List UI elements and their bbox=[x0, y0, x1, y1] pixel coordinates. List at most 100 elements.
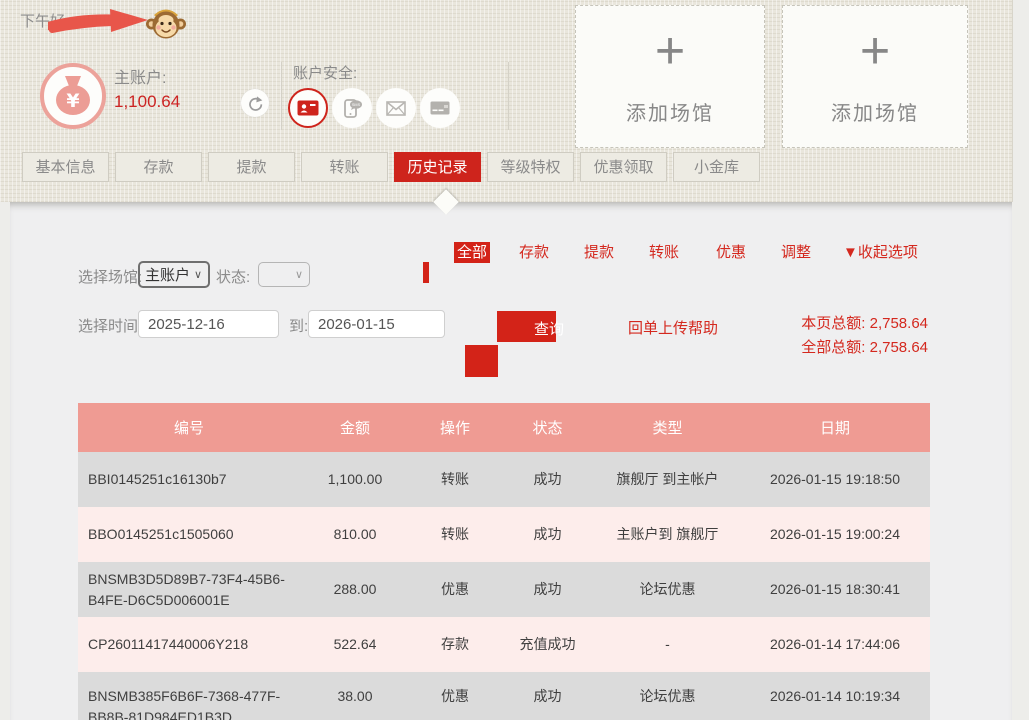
venue-select-label: 选择场馆: bbox=[78, 266, 142, 287]
main-account-label: 主账户: bbox=[114, 64, 166, 88]
filter-tab-withdraw[interactable]: 提款 bbox=[584, 242, 614, 263]
cell-amount: 288.00 bbox=[300, 562, 410, 617]
all-total-label: 全部总额: bbox=[801, 339, 865, 356]
cell-id: BNSMB3D5D89B7-73F4-45B6-B4FE-D6C5D006001… bbox=[78, 562, 300, 617]
venue-select[interactable]: 主账户 ∨ bbox=[138, 261, 210, 288]
add-venue-card-1[interactable]: + 添加场馆 bbox=[575, 5, 765, 148]
cell-date: 2026-01-14 17:44:06 bbox=[740, 617, 930, 672]
cell-date: 2026-01-15 19:18:50 bbox=[740, 452, 930, 507]
cell-id: BBO0145251c1505060 bbox=[78, 507, 300, 562]
refresh-balance-button[interactable] bbox=[241, 89, 269, 117]
table-row: CP26011417440006Y218 522.64 存款 充值成功 - 20… bbox=[78, 617, 930, 672]
tab-piggy-bank[interactable]: 小金库 bbox=[673, 152, 760, 182]
cell-status: 充值成功 bbox=[500, 617, 595, 672]
cell-type: - bbox=[595, 617, 740, 672]
account-nav-tabs: 基本信息 存款 提款 转账 历史记录 等级特权 优惠领取 小金库 bbox=[22, 152, 760, 182]
venue-select-value: 主账户 bbox=[145, 264, 190, 285]
cell-operation: 优惠 bbox=[410, 562, 500, 617]
col-header-date: 日期 bbox=[740, 403, 930, 452]
id-card-icon[interactable] bbox=[288, 88, 328, 128]
cell-amount: 522.64 bbox=[300, 617, 410, 672]
page-total-value: 2,758.64 bbox=[870, 315, 928, 332]
main-account-balance: 1,100.64 bbox=[114, 92, 180, 112]
red-marker-bar bbox=[423, 262, 429, 283]
bank-card-icon[interactable] bbox=[420, 88, 460, 128]
history-table: 编号 金额 操作 状态 类型 日期 BBI0145251c16130b7 1,1… bbox=[78, 403, 930, 720]
cell-amount: 1,100.00 bbox=[300, 452, 410, 507]
col-header-type: 类型 bbox=[595, 403, 740, 452]
account-security-label: 账户安全: bbox=[293, 62, 357, 83]
sms-phone-icon[interactable]: SMS bbox=[332, 88, 372, 128]
table-row: BBO0145251c1505060 810.00 转账 成功 主账户到 旗舰厅… bbox=[78, 507, 930, 562]
plus-icon: + bbox=[860, 27, 890, 75]
cell-type: 论坛优惠 bbox=[595, 562, 740, 617]
svg-text:SMS: SMS bbox=[352, 103, 361, 107]
filter-tab-transfer[interactable]: 转账 bbox=[649, 242, 679, 263]
tab-basic-info[interactable]: 基本信息 bbox=[22, 152, 109, 182]
tab-promo-claim[interactable]: 优惠领取 bbox=[580, 152, 667, 182]
history-panel: 全部 存款 提款 转账 优惠 调整 ▼收起选项 选择场馆: 主账户 ∨ 状态: … bbox=[10, 202, 1012, 720]
time-range-label: 选择时间: bbox=[78, 315, 142, 336]
cell-date: 2026-01-14 10:19:34 bbox=[740, 672, 930, 720]
cell-amount: 810.00 bbox=[300, 507, 410, 562]
divider bbox=[508, 62, 509, 130]
cell-status: 成功 bbox=[500, 452, 595, 507]
all-total-value: 2,758.64 bbox=[870, 339, 928, 356]
cell-status: 成功 bbox=[500, 672, 595, 720]
cell-status: 成功 bbox=[500, 562, 595, 617]
col-header-id: 编号 bbox=[78, 403, 300, 452]
status-select[interactable]: ∨ bbox=[258, 262, 310, 287]
cell-id: CP26011417440006Y218 bbox=[78, 617, 300, 672]
add-venue-card-2[interactable]: + 添加场馆 bbox=[782, 5, 968, 148]
table-header-row: 编号 金额 操作 状态 类型 日期 bbox=[78, 403, 930, 452]
page-total-label: 本页总额: bbox=[801, 315, 865, 332]
cell-type: 论坛优惠 bbox=[595, 672, 740, 720]
table-row: BNSMB3D5D89B7-73F4-45B6-B4FE-D6C5D006001… bbox=[78, 562, 930, 617]
tab-history[interactable]: 历史记录 bbox=[394, 152, 481, 182]
tab-withdraw[interactable]: 提款 bbox=[208, 152, 295, 182]
cell-id: BNSMB385F6B6F-7368-477F-BB8B-81D984ED1B3… bbox=[78, 672, 300, 720]
all-total-line: 全部总额: 2,758.64 bbox=[700, 336, 928, 360]
filter-tab-promo[interactable]: 优惠 bbox=[716, 242, 746, 263]
cell-type: 主账户到 旗舰厅 bbox=[595, 507, 740, 562]
tab-transfer[interactable]: 转账 bbox=[301, 152, 388, 182]
chevron-down-icon: ∨ bbox=[194, 268, 208, 281]
query-button[interactable]: 查询 bbox=[497, 311, 556, 342]
tab-level-privileges[interactable]: 等级特权 bbox=[487, 152, 574, 182]
mail-icon[interactable] bbox=[376, 88, 416, 128]
account-header: 下午好n ¥ 主账户: 1,100.64 bbox=[0, 0, 1013, 202]
cell-operation: 转账 bbox=[410, 507, 500, 562]
status-select-label: 状态: bbox=[216, 266, 250, 287]
query-button-label: 查询 bbox=[534, 318, 564, 339]
red-scribble-arrow bbox=[48, 6, 152, 36]
monkey-avatar-icon bbox=[146, 2, 186, 42]
add-venue-label: 添加场馆 bbox=[626, 97, 714, 126]
col-header-operation: 操作 bbox=[410, 403, 500, 452]
cell-date: 2026-01-15 18:30:41 bbox=[740, 562, 930, 617]
col-header-amount: 金额 bbox=[300, 403, 410, 452]
add-venue-label: 添加场馆 bbox=[831, 97, 919, 126]
date-from-input[interactable] bbox=[138, 310, 279, 338]
totals-summary: 本页总额: 2,758.64 全部总额: 2,758.64 bbox=[700, 312, 928, 360]
table-row: BNSMB385F6B6F-7368-477F-BB8B-81D984ED1B3… bbox=[78, 672, 930, 720]
filter-tab-all[interactable]: 全部 bbox=[454, 242, 490, 263]
tab-deposit[interactable]: 存款 bbox=[115, 152, 202, 182]
cell-operation: 存款 bbox=[410, 617, 500, 672]
filter-tab-adjust[interactable]: 调整 bbox=[781, 242, 811, 263]
red-marker-square bbox=[465, 345, 498, 377]
cell-operation: 转账 bbox=[410, 452, 500, 507]
cell-date: 2026-01-15 19:00:24 bbox=[740, 507, 930, 562]
table-row: BBI0145251c16130b7 1,100.00 转账 成功 旗舰厅 到主… bbox=[78, 452, 930, 507]
chevron-down-icon: ∨ bbox=[295, 268, 309, 281]
col-header-status: 状态 bbox=[500, 403, 595, 452]
date-to-input[interactable] bbox=[308, 310, 445, 338]
cell-type: 旗舰厅 到主帐户 bbox=[595, 452, 740, 507]
account-history-page: 下午好n ¥ 主账户: 1,100.64 bbox=[0, 0, 1029, 720]
page-total-line: 本页总额: 2,758.64 bbox=[700, 312, 928, 336]
filter-tab-deposit[interactable]: 存款 bbox=[519, 242, 549, 263]
cell-id: BBI0145251c16130b7 bbox=[78, 452, 300, 507]
cell-status: 成功 bbox=[500, 507, 595, 562]
money-bag-icon: ¥ bbox=[40, 63, 106, 129]
to-label: 到: bbox=[289, 315, 308, 336]
collapse-options-link[interactable]: ▼收起选项 bbox=[843, 242, 918, 263]
